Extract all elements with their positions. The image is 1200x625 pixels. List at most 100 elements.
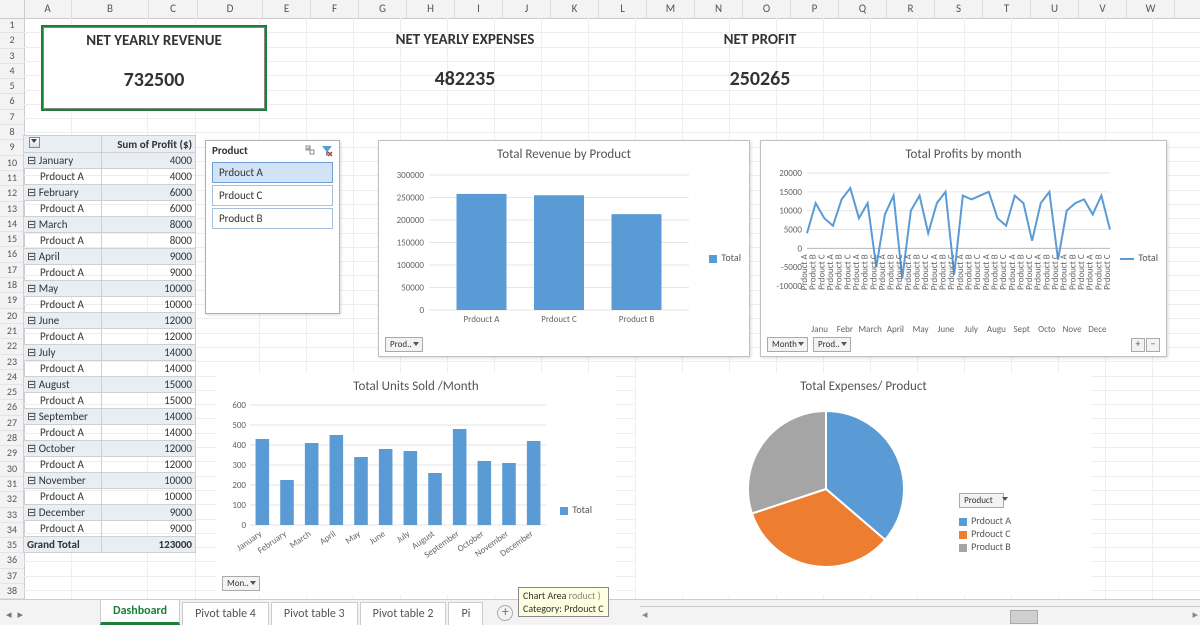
col-header[interactable]: L	[599, 0, 647, 18]
row-header[interactable]: 3	[0, 49, 24, 64]
field-button-product[interactable]: Product	[959, 493, 1004, 508]
row-header[interactable]: 16	[0, 247, 24, 262]
col-header[interactable]: T	[983, 0, 1031, 18]
row-header[interactable]: 37	[0, 569, 24, 584]
row-header[interactable]: 11	[0, 171, 24, 186]
row-header[interactable]: 15	[0, 232, 24, 247]
col-header[interactable]: G	[359, 0, 407, 18]
row-header[interactable]: 21	[0, 324, 24, 339]
sheet-tab[interactable]: Pi	[448, 602, 483, 625]
field-button-month[interactable]: Month	[767, 337, 808, 352]
row-header[interactable]: 13	[0, 202, 24, 217]
row-header[interactable]: 34	[0, 523, 24, 538]
tab-prev-icon[interactable]: ▸	[18, 608, 24, 621]
row-header[interactable]: 26	[0, 400, 24, 415]
sheet-tab[interactable]: Pivot table 3	[271, 602, 358, 625]
chart-title: Total Units Sold /Month	[216, 379, 616, 394]
row-header[interactable]: 5	[0, 79, 24, 94]
row-header[interactable]: 38	[0, 584, 24, 599]
sheet-tab[interactable]: Dashboard	[100, 599, 180, 625]
kpi-profit[interactable]: NET PROFIT 250265	[690, 27, 830, 103]
row-header[interactable]: 36	[0, 553, 24, 568]
pivot-table[interactable]: Sum of Profit ($)⊟ January4000Prdouct A4…	[23, 135, 196, 553]
kpi-expenses[interactable]: NET YEARLY EXPENSES 482235	[370, 27, 560, 103]
chart-units-sold-month[interactable]: Total Units Sold /Month 0100200300400500…	[216, 373, 616, 595]
col-header[interactable]: O	[743, 0, 791, 18]
row-header[interactable]: 10	[0, 156, 24, 171]
col-header[interactable]: D	[198, 0, 263, 18]
row-header[interactable]: 27	[0, 416, 24, 431]
multiselect-icon[interactable]	[305, 145, 317, 157]
slicer-item[interactable]: Prdouct C	[212, 185, 333, 206]
row-header[interactable]: 35	[0, 538, 24, 553]
tab-nav[interactable]: ◂ ▸	[6, 608, 23, 621]
field-button-product[interactable]: Prod..	[813, 337, 851, 352]
slicer-title: Product	[212, 144, 248, 157]
row-header[interactable]: 28	[0, 431, 24, 446]
kpi-revenue[interactable]: NET YEARLY REVENUE 732500	[43, 27, 265, 109]
col-header[interactable]: S	[935, 0, 983, 18]
tab-first-icon[interactable]: ◂	[6, 608, 12, 621]
expand-icon[interactable]: +	[1131, 338, 1145, 352]
row-header[interactable]: 30	[0, 462, 24, 477]
chart-revenue-by-product[interactable]: Total Revenue by Product 050000100000150…	[378, 140, 750, 357]
scroll-thumb[interactable]	[1010, 610, 1038, 624]
col-header[interactable]: U	[1031, 0, 1079, 18]
kpi-profit-value: 250265	[690, 53, 830, 103]
product-slicer[interactable]: Product Prdouct APrdouct CProduct B	[205, 140, 340, 314]
col-header[interactable]: J	[503, 0, 551, 18]
row-header[interactable]: 1	[0, 18, 24, 33]
chart-legend: Total	[709, 251, 741, 264]
col-header[interactable]: Q	[839, 0, 887, 18]
row-header[interactable]: 32	[0, 492, 24, 507]
horizontal-scrollbar[interactable]: ◂ ▸	[640, 606, 1200, 625]
col-header[interactable]: C	[149, 0, 198, 18]
row-header[interactable]: 4	[0, 64, 24, 79]
slicer-item[interactable]: Product B	[212, 208, 333, 229]
row-header[interactable]: 20	[0, 309, 24, 324]
field-button-month[interactable]: Mon..	[222, 576, 260, 591]
collapse-icon[interactable]: −	[1146, 338, 1160, 352]
chart-profits-by-month[interactable]: Total Profits by month -10000-5000050001…	[760, 140, 1167, 357]
sheet-tab[interactable]: Pivot table 4	[182, 602, 269, 625]
row-header[interactable]: 22	[0, 339, 24, 354]
col-header[interactable]: N	[695, 0, 743, 18]
row-header[interactable]: 14	[0, 217, 24, 232]
field-button-product[interactable]: Prod..	[385, 337, 423, 352]
col-header[interactable]: P	[791, 0, 839, 18]
col-header[interactable]: R	[887, 0, 935, 18]
add-sheet-button[interactable]: +	[497, 605, 513, 621]
col-header[interactable]: E	[263, 0, 311, 18]
col-header[interactable]: A	[24, 0, 72, 18]
row-header[interactable]: 23	[0, 355, 24, 370]
slicer-item[interactable]: Prdouct A	[212, 162, 333, 183]
col-header[interactable]: F	[311, 0, 359, 18]
row-header[interactable]: 9	[0, 140, 24, 155]
row-header[interactable]: 7	[0, 110, 24, 125]
col-header[interactable]: M	[647, 0, 695, 18]
row-header[interactable]: 29	[0, 446, 24, 461]
col-header[interactable]: B	[72, 0, 149, 18]
col-header[interactable]: H	[407, 0, 455, 18]
expand-collapse-buttons[interactable]: + −	[1131, 338, 1160, 352]
select-all-corner[interactable]	[0, 0, 25, 19]
row-header[interactable]: 24	[0, 370, 24, 385]
clear-filter-icon[interactable]	[321, 145, 333, 157]
row-header[interactable]: 31	[0, 477, 24, 492]
col-header[interactable]: I	[455, 0, 503, 18]
sheet-tab[interactable]: Pivot table 2	[360, 602, 447, 625]
col-header[interactable]: W	[1127, 0, 1175, 18]
row-header[interactable]: 2	[0, 33, 24, 48]
row-header[interactable]: 18	[0, 278, 24, 293]
row-header[interactable]: 8	[0, 125, 24, 140]
chart-expenses-product[interactable]: Total Expenses/ Product Product Prdouct …	[636, 373, 1091, 595]
col-header[interactable]: K	[551, 0, 599, 18]
row-header[interactable]: 25	[0, 385, 24, 400]
row-header[interactable]: 33	[0, 508, 24, 523]
svg-text:April: April	[318, 528, 338, 547]
row-header[interactable]: 12	[0, 186, 24, 201]
row-header[interactable]: 6	[0, 94, 24, 109]
row-header[interactable]: 17	[0, 263, 24, 278]
col-header[interactable]: V	[1079, 0, 1127, 18]
row-header[interactable]: 19	[0, 293, 24, 308]
